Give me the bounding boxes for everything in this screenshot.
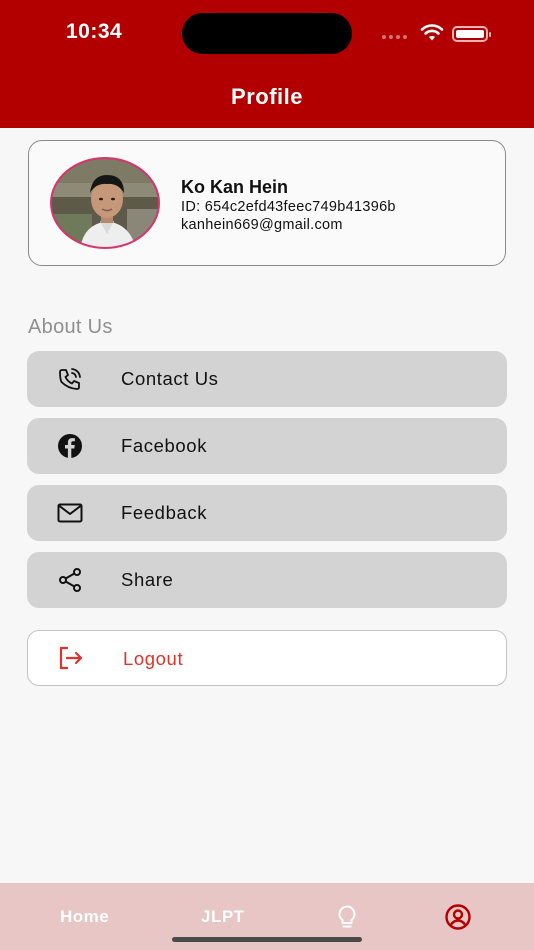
facebook-button[interactable]: Facebook: [27, 418, 507, 474]
battery-tip: [489, 32, 491, 37]
dynamic-island: [182, 13, 352, 54]
home-indicator: [172, 937, 362, 942]
lightbulb-icon[interactable]: [334, 904, 360, 930]
avatar-photo: [52, 159, 158, 247]
phone-icon: [59, 368, 81, 390]
wifi-icon: [420, 24, 444, 41]
feedback-button[interactable]: Feedback: [27, 485, 507, 541]
cellular-signal-icon: [382, 35, 407, 39]
battery-icon: [452, 26, 488, 42]
contact-us-label: Contact Us: [121, 368, 219, 389]
profile-card: Ko Kan Hein ID: 654c2efd43feec749b41396b…: [28, 140, 506, 266]
nav-jlpt[interactable]: JLPT: [201, 907, 245, 927]
logout-button[interactable]: Logout: [27, 630, 507, 686]
app-header: 10:34 Profile: [0, 0, 534, 128]
mail-icon: [57, 503, 83, 523]
user-name: Ko Kan Hein: [181, 177, 289, 197]
share-icon: [59, 568, 81, 592]
logout-icon: [59, 646, 83, 670]
account-icon[interactable]: [445, 904, 471, 930]
contact-us-button[interactable]: Contact Us: [27, 351, 507, 407]
facebook-icon: [58, 434, 82, 458]
status-icons: [382, 23, 492, 43]
avatar: [50, 157, 160, 249]
page-title: Profile: [231, 84, 303, 109]
feedback-label: Feedback: [121, 502, 208, 523]
share-button[interactable]: Share: [27, 552, 507, 608]
status-time: 10:34: [66, 20, 123, 43]
facebook-label: Facebook: [121, 435, 208, 456]
user-email: kanhein669@gmail.com: [181, 217, 343, 233]
user-id: ID: 654c2efd43feec749b41396b: [181, 199, 396, 215]
logout-label: Logout: [123, 648, 184, 669]
share-label: Share: [121, 569, 174, 590]
about-us-heading: About Us: [28, 316, 113, 338]
nav-home[interactable]: Home: [60, 907, 109, 927]
